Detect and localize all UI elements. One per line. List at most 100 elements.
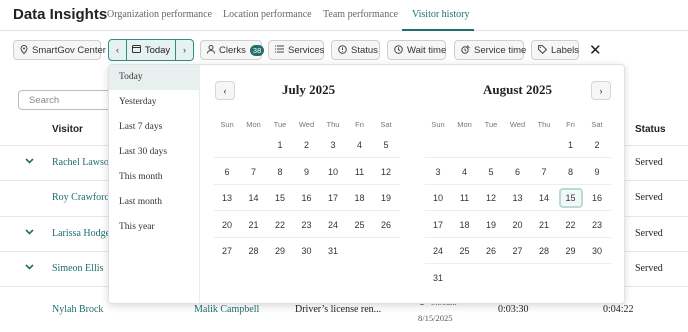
day-cell[interactable]: 20: [506, 215, 530, 235]
location-filter[interactable]: SmartGov Center: [13, 40, 106, 60]
selected-day-cell[interactable]: 15: [558, 188, 583, 208]
day-cell[interactable]: 12: [374, 162, 398, 182]
day-cell[interactable]: 13: [215, 188, 239, 208]
day-cell[interactable]: 29: [268, 241, 292, 261]
preset-last-month[interactable]: Last month: [109, 190, 199, 215]
day-cell[interactable]: 14: [242, 188, 266, 208]
tab-location-performance[interactable]: Location performance: [223, 9, 312, 20]
day-cell[interactable]: 7: [532, 162, 556, 182]
day-cell[interactable]: 23: [295, 215, 319, 235]
day-cell[interactable]: 8: [268, 162, 292, 182]
day-cell[interactable]: 30: [585, 241, 609, 261]
day-cell[interactable]: 5: [374, 135, 398, 155]
visitor-column-header[interactable]: Visitor: [52, 124, 83, 135]
preset-this-month[interactable]: This month: [109, 165, 199, 190]
labels-filter[interactable]: Labels: [531, 40, 579, 60]
day-cell[interactable]: 1: [559, 135, 583, 155]
day-cell[interactable]: 17: [426, 215, 450, 235]
next-month-button[interactable]: ›: [591, 81, 611, 100]
prev-month-button[interactable]: ‹: [215, 81, 235, 100]
clerk-name-link[interactable]: Malik Campbell: [194, 304, 259, 315]
day-cell[interactable]: 9: [585, 162, 609, 182]
day-cell[interactable]: 2: [585, 135, 609, 155]
day-cell[interactable]: 16: [585, 188, 609, 208]
day-cell[interactable]: 3: [321, 135, 345, 155]
preset-today[interactable]: Today: [109, 65, 199, 90]
visitor-name-link[interactable]: Larissa Hodge: [52, 228, 110, 239]
day-cell[interactable]: 27: [215, 241, 239, 261]
day-cell[interactable]: 6: [215, 162, 239, 182]
day-cell[interactable]: 3: [426, 162, 450, 182]
week-divider: [214, 183, 400, 185]
day-cell[interactable]: 21: [532, 215, 556, 235]
day-cell[interactable]: 24: [426, 241, 450, 261]
day-cell[interactable]: 28: [532, 241, 556, 261]
chevron-down-icon[interactable]: [25, 227, 34, 237]
day-cell[interactable]: 27: [506, 241, 530, 261]
day-cell[interactable]: 19: [479, 215, 503, 235]
day-cell[interactable]: 22: [559, 215, 583, 235]
day-cell[interactable]: 15: [268, 188, 292, 208]
chevron-down-icon[interactable]: [25, 262, 34, 272]
visitor-name-link[interactable]: Simeon Ellis: [52, 263, 103, 274]
status-column-header[interactable]: Status: [635, 124, 666, 135]
day-cell[interactable]: 22: [268, 215, 292, 235]
day-cell[interactable]: 11: [348, 162, 372, 182]
wait-time-filter[interactable]: Wait time: [387, 40, 446, 60]
preset-last-7-days[interactable]: Last 7 days: [109, 115, 199, 140]
weekday-header: Wed: [298, 120, 315, 129]
day-cell[interactable]: 21: [242, 215, 266, 235]
day-cell[interactable]: 18: [348, 188, 372, 208]
visitor-name-link[interactable]: Rachel Lawso: [52, 157, 109, 168]
day-cell[interactable]: 20: [215, 215, 239, 235]
day-cell[interactable]: 16: [295, 188, 319, 208]
day-cell[interactable]: 2: [295, 135, 319, 155]
day-cell[interactable]: 25: [348, 215, 372, 235]
day-cell[interactable]: 28: [242, 241, 266, 261]
day-cell[interactable]: 10: [321, 162, 345, 182]
day-cell[interactable]: 6: [506, 162, 530, 182]
visitor-name-link[interactable]: Nylah Brock: [52, 304, 103, 315]
day-cell[interactable]: 29: [559, 241, 583, 261]
tab-visitor-history[interactable]: Visitor history: [412, 9, 469, 20]
day-cell[interactable]: 13: [506, 188, 530, 208]
tab-team-performance[interactable]: Team performance: [323, 9, 398, 20]
status-filter[interactable]: Status: [331, 40, 380, 60]
day-cell[interactable]: 24: [321, 215, 345, 235]
tab-organization-performance[interactable]: Organization performance: [107, 9, 212, 20]
day-cell[interactable]: 11: [453, 188, 477, 208]
close-icon[interactable]: ✕: [589, 41, 602, 59]
day-cell[interactable]: 10: [426, 188, 450, 208]
clerks-filter[interactable]: Clerks 38: [200, 40, 265, 60]
services-filter[interactable]: Services: [268, 40, 324, 60]
date-range-button[interactable]: Today: [126, 40, 176, 60]
day-cell[interactable]: 8: [559, 162, 583, 182]
day-cell[interactable]: 31: [321, 241, 345, 261]
day-cell[interactable]: 31: [426, 268, 450, 288]
day-cell[interactable]: 9: [295, 162, 319, 182]
date-prev-button[interactable]: ‹: [109, 40, 126, 60]
day-cell[interactable]: 4: [453, 162, 477, 182]
preset-last-30-days[interactable]: Last 30 days: [109, 140, 199, 165]
day-cell[interactable]: 30: [295, 241, 319, 261]
day-cell[interactable]: 26: [479, 241, 503, 261]
day-cell[interactable]: 25: [453, 241, 477, 261]
day-cell[interactable]: 12: [479, 188, 503, 208]
chevron-down-icon[interactable]: [25, 156, 34, 166]
day-cell[interactable]: 18: [453, 215, 477, 235]
day-cell[interactable]: 19: [374, 188, 398, 208]
day-cell[interactable]: 1: [268, 135, 292, 155]
day-cell[interactable]: 17: [321, 188, 345, 208]
preset-yesterday[interactable]: Yesterday: [109, 90, 199, 115]
day-cell[interactable]: 14: [532, 188, 556, 208]
day-cell[interactable]: 26: [374, 215, 398, 235]
day-cell[interactable]: 4: [348, 135, 372, 155]
date-next-button[interactable]: ›: [176, 40, 193, 60]
day-cell[interactable]: 5: [479, 162, 503, 182]
day-cell[interactable]: 23: [585, 215, 609, 235]
day-cell[interactable]: 7: [242, 162, 266, 182]
preset-this-year[interactable]: This year: [109, 215, 199, 240]
service-time-filter[interactable]: Service time: [454, 40, 526, 60]
visitor-name-link[interactable]: Roy Crawford: [52, 192, 110, 203]
search-input[interactable]: Search: [18, 90, 118, 110]
